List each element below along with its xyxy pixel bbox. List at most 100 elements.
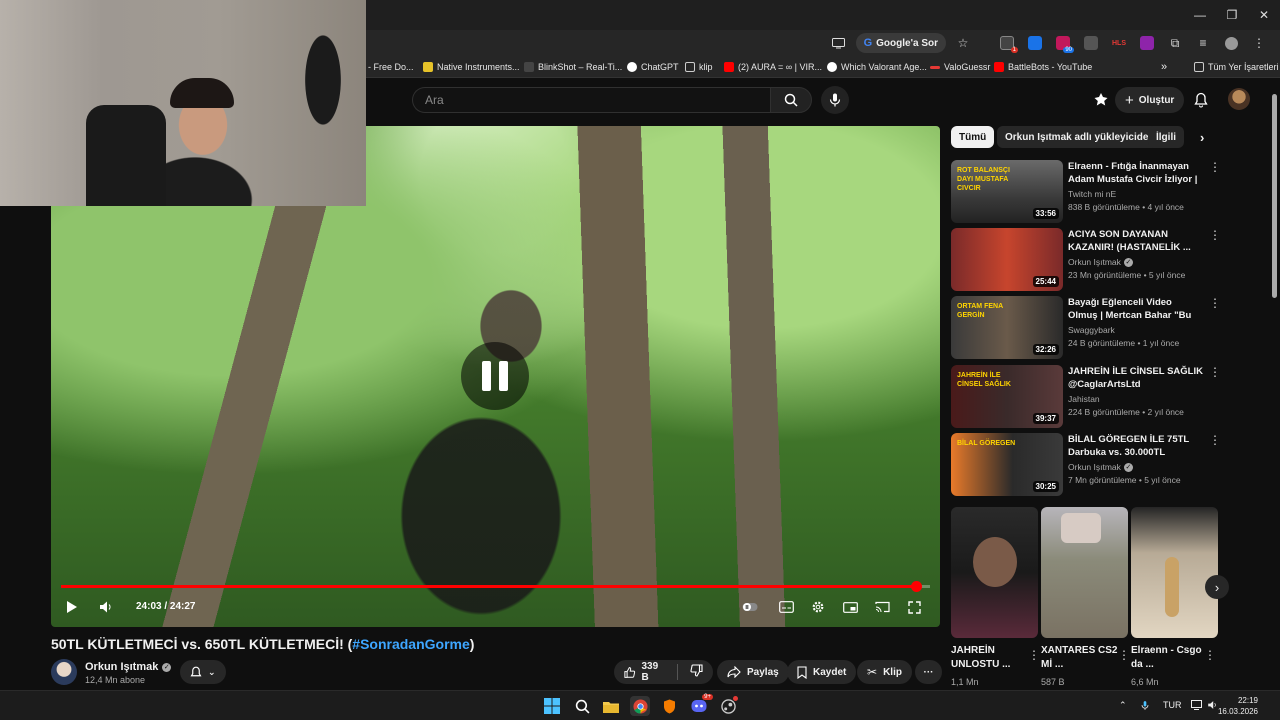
chip-all[interactable]: Tümü bbox=[951, 126, 995, 148]
save-button[interactable]: Kaydet bbox=[787, 660, 857, 684]
tray-overflow-chevron-icon[interactable]: ⌃ bbox=[1119, 700, 1127, 711]
recommendation-thumbnail[interactable]: ORTAM FENA GERGİN 32:26 bbox=[951, 296, 1063, 359]
subtitles-button[interactable] bbox=[775, 596, 797, 618]
pause-overlay-button[interactable] bbox=[461, 342, 529, 410]
bookmark-item[interactable]: ChatGPT bbox=[627, 59, 679, 75]
extension-red-icon[interactable]: 1 bbox=[996, 32, 1018, 54]
more-actions-button[interactable]: ··· bbox=[915, 660, 942, 684]
chrome-icon[interactable] bbox=[630, 696, 650, 716]
extensions-puzzle-icon[interactable]: ⧉ bbox=[1164, 32, 1186, 54]
recommendation-thumbnail[interactable]: JAHREİN İLE CİNSEL SAĞLIK 39:37 bbox=[951, 365, 1063, 428]
notifications-bell-icon[interactable] bbox=[1188, 87, 1214, 113]
short-title[interactable]: Elraenn - Csgo da ... bbox=[1131, 644, 1211, 672]
more-options-icon[interactable]: ⋮ bbox=[1209, 160, 1221, 174]
keyboard-language[interactable]: TUR bbox=[1163, 700, 1182, 710]
recommendation-title[interactable]: Elraenn - Fıtığa İnanmayan Adam Mustafa … bbox=[1068, 160, 1203, 186]
dislike-button[interactable] bbox=[690, 664, 703, 680]
volume-button[interactable] bbox=[95, 596, 117, 618]
recommendation-channel[interactable]: Orkun Işıtmak ✓ bbox=[1068, 462, 1133, 472]
extension-counter-icon[interactable]: 90 bbox=[1052, 32, 1074, 54]
autoplay-toggle[interactable] bbox=[741, 596, 759, 618]
bookmark-star-icon[interactable]: ☆ bbox=[952, 32, 974, 54]
recommendation-title[interactable]: Bayağı Eğlenceli Video Olmuş | Mertcan B… bbox=[1068, 296, 1203, 322]
media-controls-icon[interactable]: ≡ bbox=[1192, 32, 1214, 54]
recommendation-item[interactable]: BİLAL GÖREGEN 30:25 BİLAL GÖREGEN İLE 75TL… bbox=[951, 433, 1221, 497]
file-explorer-icon[interactable] bbox=[601, 696, 621, 716]
bookmark-item[interactable]: BlinkShot – Real-Ti... bbox=[524, 59, 622, 75]
recommendation-thumbnail[interactable]: 25:44 bbox=[951, 228, 1063, 291]
bookmark-item[interactable]: - Free Do... bbox=[368, 59, 414, 75]
recommendation-channel[interactable]: Orkun Işıtmak ✓ bbox=[1068, 257, 1133, 267]
vpn-shield-icon[interactable] bbox=[659, 696, 679, 716]
recommendation-item[interactable]: JAHREİN İLE CİNSEL SAĞLIK 39:37 JAHREİN İL… bbox=[951, 365, 1221, 429]
share-button[interactable]: Paylaş bbox=[717, 660, 789, 684]
shorts-next-chevron-icon[interactable]: › bbox=[1205, 575, 1229, 599]
bookmarks-overflow-button[interactable]: » bbox=[1161, 59, 1167, 75]
volume-tray-icon[interactable] bbox=[1207, 700, 1218, 712]
recommendation-title[interactable]: JAHREİN İLE CİNSEL SAĞLIK @CaglarArtsLtd bbox=[1068, 365, 1203, 391]
short-thumbnail[interactable] bbox=[1041, 507, 1128, 638]
bookmark-item[interactable]: (2) AURA = ∞ | VIR... bbox=[724, 59, 822, 75]
short-thumbnail[interactable] bbox=[1131, 507, 1218, 638]
recommendation-title[interactable]: BİLAL GÖREGEN İLE 75TL Darbuka vs. 30.00… bbox=[1068, 433, 1203, 459]
more-options-icon[interactable]: ⋮ bbox=[1209, 228, 1221, 242]
maximize-button[interactable]: ❐ bbox=[1216, 0, 1248, 30]
more-options-icon[interactable]: ⋮ bbox=[1209, 365, 1221, 379]
hashtag-link[interactable]: #SonradanGorme bbox=[352, 636, 469, 652]
recommendation-item[interactable]: ORTAM FENA GERGİN 32:26 Bayağı Eğlenceli V… bbox=[951, 296, 1221, 360]
chips-next-chevron-icon[interactable]: › bbox=[1192, 126, 1212, 148]
minimize-button[interactable]: — bbox=[1184, 0, 1216, 30]
steam-icon[interactable] bbox=[718, 696, 738, 716]
channel-avatar[interactable] bbox=[51, 659, 77, 685]
bookmark-item[interactable]: ValoGuessr bbox=[930, 59, 990, 75]
short-title[interactable]: XANTARES CS2 Mİ ... bbox=[1041, 644, 1121, 672]
recommendation-item[interactable]: 25:44 ACIYA SON DAYANAN KAZANIR! (HASTANE… bbox=[951, 228, 1221, 292]
play-button[interactable] bbox=[61, 596, 83, 618]
voice-search-button[interactable] bbox=[821, 86, 849, 114]
recommendation-channel[interactable]: Swaggybark bbox=[1068, 325, 1115, 335]
more-options-icon[interactable]: ⋮ bbox=[1209, 296, 1221, 310]
taskbar-search-icon[interactable] bbox=[572, 696, 592, 716]
start-windows-icon[interactable] bbox=[542, 696, 562, 716]
short-more-icon[interactable]: ⋮ bbox=[1204, 648, 1216, 662]
clip-button[interactable]: ✂ Klip bbox=[857, 660, 912, 684]
short-title[interactable]: JAHREİN UNLOSTU ... bbox=[951, 644, 1031, 672]
create-button[interactable]: + Oluştur bbox=[1115, 87, 1185, 113]
browser-menu-icon[interactable]: ⋮ bbox=[1248, 32, 1270, 54]
tray-microphone-icon[interactable] bbox=[1141, 700, 1149, 713]
close-window-button[interactable]: ✕ bbox=[1248, 0, 1280, 30]
premium-icon[interactable] bbox=[1088, 87, 1114, 113]
fullscreen-button[interactable] bbox=[903, 596, 925, 618]
recommendation-thumbnail[interactable]: BİLAL GÖREGEN 30:25 bbox=[951, 433, 1063, 496]
page-scrollbar[interactable] bbox=[1272, 94, 1277, 298]
short-more-icon[interactable]: ⋮ bbox=[1118, 648, 1130, 662]
recommendation-channel[interactable]: Jahistan bbox=[1068, 394, 1100, 404]
recommendation-channel[interactable]: Twitch mi nE bbox=[1068, 189, 1116, 199]
system-clock[interactable]: 22:19 16.03.2026 bbox=[1218, 695, 1258, 717]
account-avatar[interactable] bbox=[1228, 88, 1250, 110]
short-thumbnail[interactable] bbox=[951, 507, 1038, 638]
network-icon[interactable] bbox=[1191, 700, 1202, 712]
cast-icon[interactable] bbox=[828, 32, 850, 54]
cast-button[interactable] bbox=[871, 596, 893, 618]
short-more-icon[interactable]: ⋮ bbox=[1028, 648, 1040, 662]
recommendation-title[interactable]: ACIYA SON DAYANAN KAZANIR! (HASTANELİK .… bbox=[1068, 228, 1203, 254]
settings-button[interactable] bbox=[807, 596, 829, 618]
extension-hls-icon[interactable]: HLS bbox=[1108, 32, 1130, 54]
search-input[interactable]: Ara bbox=[412, 87, 770, 113]
bookmark-folder[interactable]: klip bbox=[685, 59, 713, 75]
bookmark-item[interactable]: BattleBots - YouTube bbox=[994, 59, 1092, 75]
scrubber-handle[interactable] bbox=[911, 581, 923, 592]
like-button[interactable]: 339 B bbox=[624, 661, 665, 683]
bookmark-item[interactable]: Which Valorant Age... bbox=[827, 59, 927, 75]
google-ask-button[interactable]: G Google'a Sor bbox=[855, 33, 946, 53]
search-button[interactable] bbox=[770, 87, 812, 113]
more-options-icon[interactable]: ⋮ bbox=[1209, 433, 1221, 447]
miniplayer-button[interactable] bbox=[839, 596, 861, 618]
chip-from-uploader[interactable]: Orkun Işıtmak adlı yükleyiciden bbox=[997, 126, 1163, 148]
notification-bell-dropdown[interactable]: ⌄ bbox=[180, 660, 226, 684]
extension-translate-icon[interactable] bbox=[1024, 32, 1046, 54]
recommendation-thumbnail[interactable]: ROT BALANSÇI DAYI MUSTAFA CIVCIR 33:56 bbox=[951, 160, 1063, 223]
bookmark-item[interactable]: Native Instruments... bbox=[423, 59, 520, 75]
all-bookmarks-button[interactable]: Tüm Yer İşaretleri bbox=[1194, 59, 1279, 75]
